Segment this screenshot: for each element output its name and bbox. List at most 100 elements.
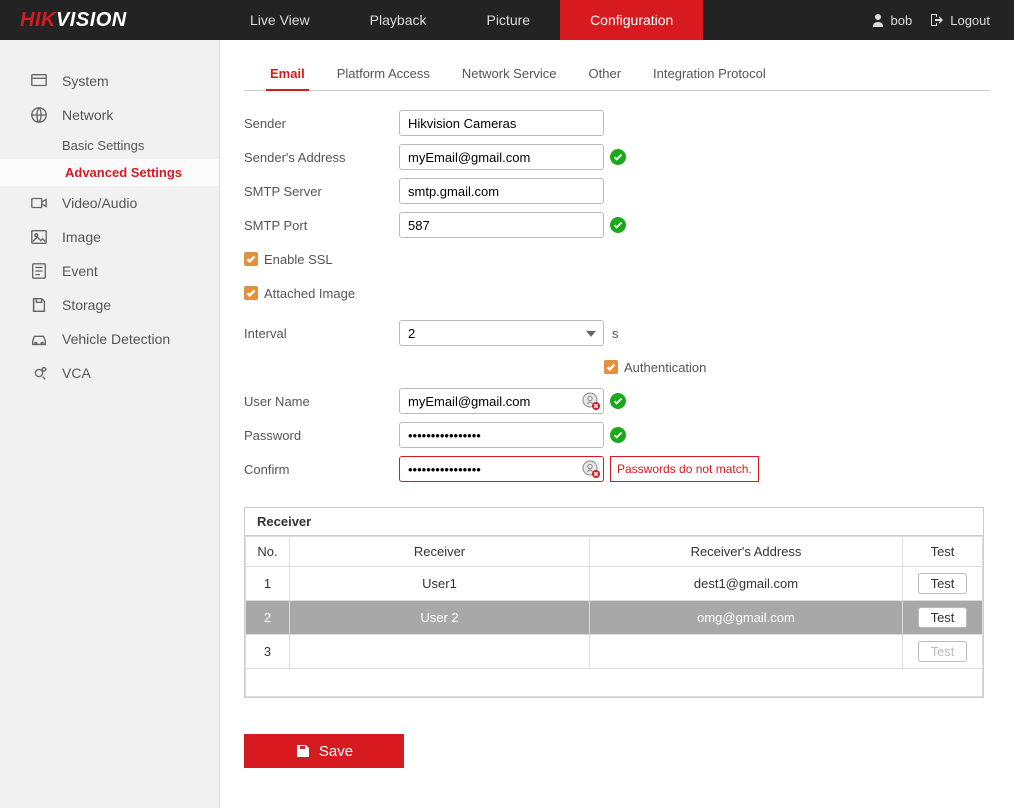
test-button[interactable]: Test: [918, 607, 968, 628]
cell-test: Test: [903, 567, 983, 601]
valid-check-icon: [610, 149, 626, 165]
sidebar-item-network[interactable]: Network: [0, 98, 219, 132]
logout-button[interactable]: Logout: [930, 13, 990, 28]
sidebar-item-vca[interactable]: VCA: [0, 356, 219, 390]
row-sender: Sender: [244, 109, 990, 137]
row-interval: Interval 2 s: [244, 319, 990, 347]
table-row[interactable]: 1User1dest1@gmail.com Test: [246, 567, 983, 601]
password-input[interactable]: [399, 422, 604, 448]
valid-check-icon: [610, 217, 626, 233]
save-button[interactable]: Save: [244, 734, 404, 768]
sidebar-item-event[interactable]: Event: [0, 254, 219, 288]
test-button[interactable]: Test: [918, 573, 968, 594]
sidebar-item-image[interactable]: Image: [0, 220, 219, 254]
label-smtp-server: SMTP Server: [244, 184, 399, 199]
save-icon: [295, 743, 311, 759]
test-button: Test: [918, 641, 968, 662]
sidebar-item-advanced-settings[interactable]: Advanced Settings: [0, 159, 219, 186]
receiver-panel: Receiver No. Receiver Receiver's Address…: [244, 507, 984, 698]
receiver-title: Receiver: [245, 508, 983, 536]
nav-picture[interactable]: Picture: [456, 0, 560, 40]
save-label: Save: [319, 743, 353, 760]
table-header-row: No. Receiver Receiver's Address Test: [246, 537, 983, 567]
topbar: HIKVISION Live View Playback Picture Con…: [0, 0, 1014, 40]
nav-live-view[interactable]: Live View: [220, 0, 340, 40]
confirm-error-message: Passwords do not match.: [610, 456, 759, 482]
label-authentication: Authentication: [624, 360, 706, 375]
label-enable-ssl: Enable SSL: [264, 252, 333, 267]
cell-address[interactable]: [590, 635, 903, 669]
logout-label: Logout: [950, 13, 990, 28]
sidebar: System Network Basic Settings Advanced S…: [0, 40, 220, 808]
cell-address[interactable]: dest1@gmail.com: [590, 567, 903, 601]
label-attached-image: Attached Image: [264, 286, 355, 301]
sidebar-label: Video/Audio: [62, 195, 137, 211]
cell-receiver[interactable]: [290, 635, 590, 669]
topbar-right: bob Logout: [871, 0, 1014, 40]
sidebar-item-basic-settings[interactable]: Basic Settings: [0, 132, 219, 159]
sidebar-label: VCA: [62, 365, 91, 381]
sidebar-item-system[interactable]: System: [0, 64, 219, 98]
receiver-table: No. Receiver Receiver's Address Test 1Us…: [245, 536, 983, 697]
cell-test: Test: [903, 635, 983, 669]
tab-network-service[interactable]: Network Service: [458, 58, 561, 90]
sidebar-label: Event: [62, 263, 98, 279]
cell-address[interactable]: omg@gmail.com: [590, 601, 903, 635]
cell-receiver[interactable]: User1: [290, 567, 590, 601]
col-no: No.: [246, 537, 290, 567]
sender-input[interactable]: [399, 110, 604, 136]
topnav: Live View Playback Picture Configuration: [220, 0, 871, 40]
sidebar-item-storage[interactable]: Storage: [0, 288, 219, 322]
row-authentication: Authentication: [244, 353, 990, 381]
row-sender-address: Sender's Address: [244, 143, 990, 171]
attached-image-checkbox[interactable]: [244, 286, 258, 300]
storage-icon: [30, 296, 48, 314]
sender-address-input[interactable]: [399, 144, 604, 170]
globe-icon: [30, 106, 48, 124]
sidebar-label: Storage: [62, 297, 111, 313]
table-row[interactable]: 3Test: [246, 635, 983, 669]
sidebar-label: Network: [62, 107, 113, 123]
brand-vision: VISION: [56, 9, 127, 32]
row-attached-image: Attached Image: [244, 279, 990, 307]
label-sender-address: Sender's Address: [244, 150, 399, 165]
row-username: User Name: [244, 387, 990, 415]
user-menu[interactable]: bob: [871, 13, 913, 28]
tab-other[interactable]: Other: [585, 58, 626, 90]
tab-email[interactable]: Email: [266, 58, 309, 91]
row-enable-ssl: Enable SSL: [244, 245, 990, 273]
system-icon: [30, 72, 48, 90]
sidebar-item-video-audio[interactable]: Video/Audio: [0, 186, 219, 220]
username-label: bob: [891, 13, 913, 28]
cell-test: Test: [903, 601, 983, 635]
tab-integration-protocol[interactable]: Integration Protocol: [649, 58, 770, 90]
smtp-port-input[interactable]: [399, 212, 604, 238]
row-smtp-port: SMTP Port: [244, 211, 990, 239]
label-sender: Sender: [244, 116, 399, 131]
col-address: Receiver's Address: [590, 537, 903, 567]
col-test: Test: [903, 537, 983, 567]
username-input[interactable]: [399, 388, 604, 414]
event-icon: [30, 262, 48, 280]
nav-configuration[interactable]: Configuration: [560, 0, 703, 40]
valid-check-icon: [610, 427, 626, 443]
authentication-checkbox[interactable]: [604, 360, 618, 374]
confirm-input[interactable]: [399, 456, 604, 482]
tab-platform-access[interactable]: Platform Access: [333, 58, 434, 90]
vehicle-icon: [30, 330, 48, 348]
interval-select[interactable]: 2: [399, 320, 604, 346]
row-password: Password: [244, 421, 990, 449]
sidebar-item-vehicle-detection[interactable]: Vehicle Detection: [0, 322, 219, 356]
cell-receiver[interactable]: User 2: [290, 601, 590, 635]
sidebar-label: Image: [62, 229, 101, 245]
enable-ssl-checkbox[interactable]: [244, 252, 258, 266]
label-smtp-port: SMTP Port: [244, 218, 399, 233]
label-confirm: Confirm: [244, 462, 399, 477]
image-icon: [30, 228, 48, 246]
table-row[interactable]: 2User 2omg@gmail.comTest: [246, 601, 983, 635]
row-smtp-server: SMTP Server: [244, 177, 990, 205]
nav-playback[interactable]: Playback: [340, 0, 457, 40]
cell-no: 1: [246, 567, 290, 601]
label-password: Password: [244, 428, 399, 443]
smtp-server-input[interactable]: [399, 178, 604, 204]
